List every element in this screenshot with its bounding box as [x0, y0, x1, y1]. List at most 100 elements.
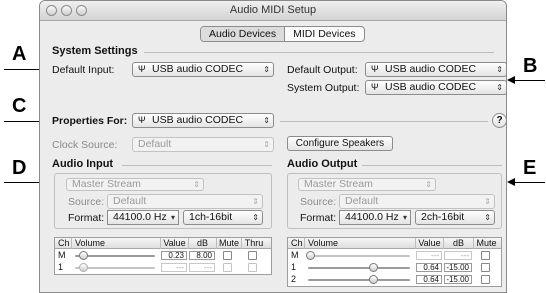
table-row: 2 0.64 -15.00	[288, 274, 501, 285]
output-source-label: Source:	[300, 196, 337, 208]
callout-a: A	[12, 43, 27, 65]
usb-icon: Ψ	[138, 115, 146, 125]
input-format-rate-combo[interactable]: 44100.0 Hz ▾	[107, 210, 179, 225]
input-format-bits-popup[interactable]: 1ch-16bit ⇕	[183, 210, 263, 225]
column-header-volume[interactable]: Volume	[304, 238, 338, 249]
volume-slider-knob[interactable]	[369, 263, 379, 272]
audio-output-title: Audio Output	[287, 158, 358, 170]
tab-audio-devices[interactable]: Audio Devices	[201, 27, 285, 41]
value-field[interactable]: ---	[161, 263, 187, 272]
callout-d: D	[12, 157, 27, 179]
popup-arrows-icon: ⇕	[263, 116, 270, 125]
column-header-db[interactable]: dB	[443, 238, 473, 249]
table-row: M 0.23 8.00	[55, 250, 271, 261]
value-field[interactable]: ---	[416, 251, 442, 260]
thru-checkbox[interactable]	[248, 251, 257, 260]
db-field[interactable]: 8.00	[189, 251, 215, 260]
clock-source-label: Clock Source:	[52, 139, 118, 151]
popup-arrows-icon: ⇕	[193, 180, 200, 189]
volume-slider-track[interactable]	[308, 267, 410, 269]
value-field[interactable]: 0.23	[161, 251, 187, 260]
default-input-value: USB audio CODEC	[152, 63, 244, 75]
popup-arrows-icon: ⇕	[263, 65, 270, 74]
input-stream-popup[interactable]: Master Stream ⇕	[66, 178, 204, 191]
usb-icon: Ψ	[371, 64, 379, 74]
callout-b: B	[523, 55, 538, 77]
title-bar[interactable]: Audio MIDI Setup	[40, 1, 506, 21]
volume-slider-knob[interactable]	[369, 275, 379, 284]
output-stream-popup[interactable]: Master Stream ⇕	[298, 178, 436, 191]
configure-speakers-button[interactable]: Configure Speakers	[287, 136, 393, 151]
popup-arrows-icon: ⇕	[496, 83, 503, 92]
output-format-bits-popup[interactable]: 2ch-16bit ⇕	[415, 210, 495, 225]
mute-checkbox[interactable]	[481, 275, 490, 284]
output-format-bits-value: 2ch-16bit	[421, 211, 465, 223]
db-field[interactable]: ---	[189, 263, 215, 272]
volume-slider-knob[interactable]	[79, 263, 88, 272]
db-field[interactable]: -15.00	[444, 275, 472, 284]
value-field[interactable]: 0.64	[416, 263, 442, 272]
column-header-volume[interactable]: Volume	[71, 238, 105, 249]
output-stream-value: Master Stream	[304, 178, 373, 190]
column-header-ch[interactable]: Ch	[291, 238, 303, 249]
volume-slider-track[interactable]	[308, 255, 410, 257]
input-source-popup[interactable]: Default ⇕	[107, 194, 263, 209]
column-header-value[interactable]: Value	[160, 238, 188, 249]
callout-b-line	[515, 80, 545, 81]
system-settings-divider	[144, 52, 494, 53]
tab-midi-devices[interactable]: MIDI Devices	[284, 27, 363, 41]
column-header-db[interactable]: dB	[188, 238, 216, 249]
mute-checkbox[interactable]	[481, 263, 490, 272]
db-field[interactable]: -15.00	[444, 263, 472, 272]
default-input-label: Default Input:	[52, 64, 115, 76]
column-header-mute[interactable]: Mute	[216, 238, 241, 249]
value-field[interactable]: 0.64	[416, 275, 442, 284]
column-header-value[interactable]: Value	[415, 238, 443, 249]
clock-source-popup[interactable]: Default ⇕	[132, 137, 274, 152]
output-format-label: Format:	[300, 212, 337, 224]
mute-checkbox[interactable]	[481, 251, 490, 260]
mute-checkbox[interactable]	[223, 251, 232, 260]
column-header-mute[interactable]: Mute	[473, 238, 499, 249]
input-table-header: Ch Volume Value dB Mute Thru	[55, 238, 271, 249]
output-source-popup[interactable]: Default ⇕	[339, 194, 495, 209]
combo-arrow-icon: ▾	[170, 213, 175, 222]
callout-e-line	[515, 182, 545, 183]
audio-input-divider	[122, 165, 272, 166]
channel-label: 2	[291, 274, 297, 284]
column-header-thru[interactable]: Thru	[241, 238, 266, 249]
audio-midi-setup-window: Audio MIDI Setup Audio Devices MIDI Devi…	[39, 0, 507, 293]
output-channel-table: Ch Volume Value dB Mute M --- --- 1 0.64…	[287, 237, 502, 287]
properties-for-value: USB audio CODEC	[152, 114, 244, 126]
popup-arrows-icon: ⇕	[252, 197, 259, 206]
column-header-ch[interactable]: Ch	[58, 238, 70, 249]
system-output-popup[interactable]: Ψ USB audio CODEC ⇕	[365, 80, 506, 95]
system-output-label: System Output:	[287, 82, 360, 94]
default-output-popup[interactable]: Ψ USB audio CODEC ⇕	[365, 62, 506, 77]
default-output-value: USB audio CODEC	[385, 63, 477, 75]
input-channel-table: Ch Volume Value dB Mute Thru M 0.23 8.00…	[54, 237, 272, 275]
output-format-rate-combo[interactable]: 44100.0 Hz ▾	[339, 210, 411, 225]
help-button[interactable]: ?	[492, 113, 506, 128]
default-input-popup[interactable]: Ψ USB audio CODEC ⇕	[132, 62, 274, 77]
input-stream-value: Master Stream	[72, 178, 141, 190]
device-tabs: Audio Devices MIDI Devices	[200, 26, 365, 42]
table-row: M --- ---	[288, 250, 501, 261]
callout-e: E	[523, 157, 537, 179]
mute-checkbox[interactable]	[223, 263, 232, 272]
callout-b-arrow	[507, 76, 515, 84]
popup-arrows-icon: ⇕	[252, 213, 259, 222]
volume-slider-knob[interactable]	[79, 251, 88, 260]
properties-for-popup[interactable]: Ψ USB audio CODEC ⇕	[132, 113, 274, 128]
volume-slider-knob[interactable]	[306, 251, 316, 260]
db-field[interactable]: ---	[444, 251, 472, 260]
usb-icon: Ψ	[371, 82, 379, 92]
volume-slider-track[interactable]	[308, 279, 410, 281]
input-format-label: Format:	[68, 212, 105, 224]
output-format-rate-value: 44100.0 Hz	[345, 211, 399, 223]
output-table-header: Ch Volume Value dB Mute	[288, 238, 501, 249]
usb-icon: Ψ	[138, 64, 146, 74]
callout-a-line	[4, 69, 40, 70]
popup-arrows-icon: ⇕	[496, 65, 503, 74]
thru-checkbox[interactable]	[248, 263, 257, 272]
